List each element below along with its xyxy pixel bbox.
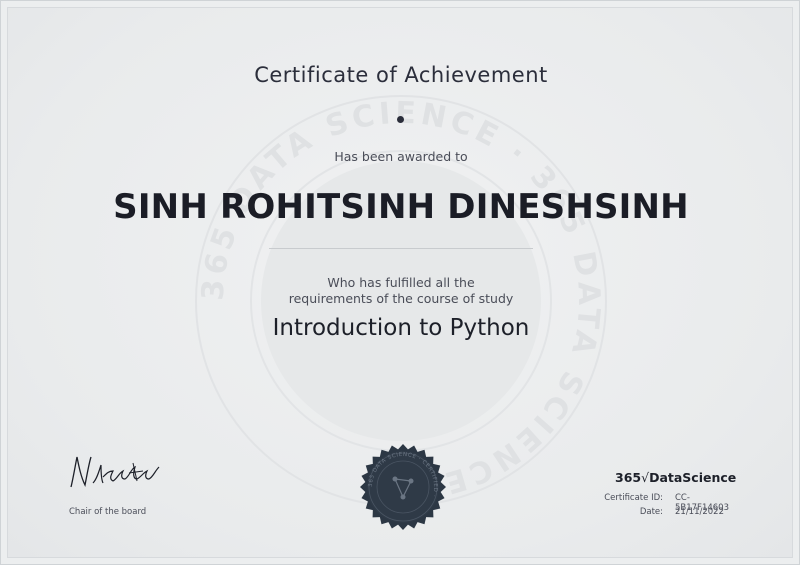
- date-label: Date:: [639, 507, 663, 517]
- certificate-title: Certificate of Achievement: [254, 63, 548, 87]
- title-dot: [397, 116, 404, 123]
- certificate: 365 DATA SCIENCE · 365 DATA SCIENCE · Ce…: [0, 0, 800, 565]
- brand-name: DataScience: [649, 470, 737, 485]
- date-value: 21/11/2022: [675, 507, 724, 517]
- fulfilled-text: Who has fulfilled all the requirements o…: [1, 275, 800, 307]
- awarded-text: Has been awarded to: [334, 149, 468, 164]
- course-name: Introduction to Python: [272, 315, 530, 341]
- signature: [70, 456, 160, 488]
- recipient-name: SINH ROHITSINH DINESHSINH: [113, 187, 689, 227]
- fulfilled-line-1: Who has fulfilled all the: [327, 275, 475, 290]
- signatory-role: Chair of the board: [69, 507, 147, 517]
- fulfilled-line-2: requirements of the course of study: [288, 291, 514, 306]
- divider: [269, 248, 533, 249]
- seal-emblem: 365 DATA SCIENCE · CERTIFIED ·: [360, 444, 446, 530]
- sqrt-icon: √: [641, 470, 650, 485]
- brand-logo: 365√DataScience: [615, 470, 736, 485]
- brand-number: 365: [615, 470, 642, 485]
- certificate-id-label: Certificate ID:: [604, 493, 663, 503]
